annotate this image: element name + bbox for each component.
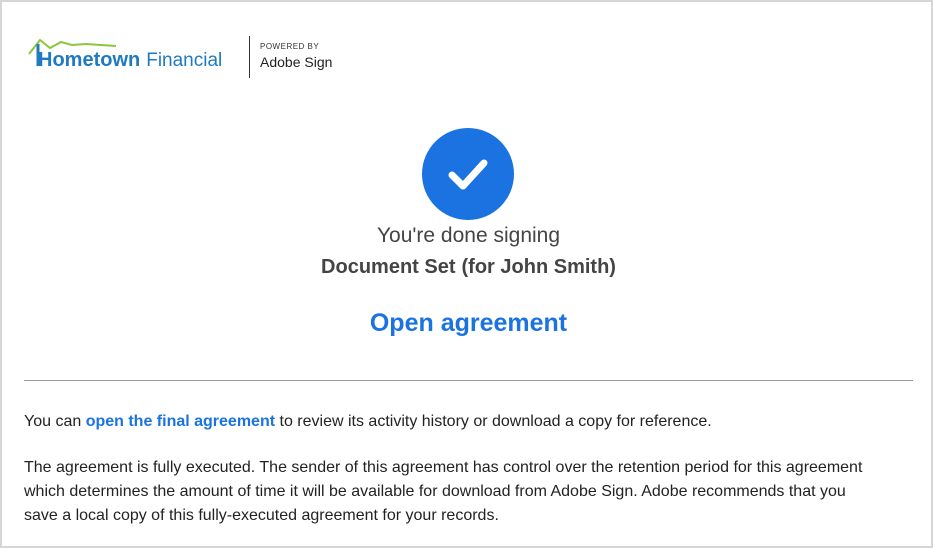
p1-prefix: You can [24, 413, 86, 430]
hometown-financial-logo: Hometown Financial [28, 36, 238, 76]
document-title: Document Set (for John Smith) [2, 256, 933, 279]
info-paragraph-2: The agreement is fully executed. The sen… [24, 459, 863, 524]
powered-by-label: POWERED BY [260, 42, 320, 51]
logo-wordmark: Hometown Financial [38, 49, 222, 72]
checkmark-circle-icon [422, 128, 514, 220]
done-signing-text: You're done signing [376, 224, 561, 247]
email-frame: Hometown Financial POWERED BY Adobe Sign … [0, 0, 933, 548]
adobe-sign-label: Adobe Sign [260, 54, 333, 70]
header: Hometown Financial POWERED BY Adobe Sign [28, 36, 332, 78]
document-name: Document Set [321, 256, 456, 278]
horizontal-divider [24, 380, 913, 381]
signer-name: (for John Smith) [461, 256, 616, 278]
open-agreement-link[interactable]: Open agreement [370, 309, 567, 337]
open-final-agreement-link[interactable]: open the final agreement [86, 413, 275, 430]
logo-hometown: Hometown [38, 49, 141, 71]
header-divider [249, 36, 250, 78]
checkmark-icon [448, 159, 488, 190]
info-paragraph-1: You can open the final agreement to revi… [24, 411, 904, 433]
logo-financial: Financial [146, 50, 223, 71]
p1-suffix: to review its activity history or downlo… [275, 413, 712, 430]
open-agreement-container: Open agreement [2, 309, 933, 338]
powered-by-adobe-sign: POWERED BY Adobe Sign [260, 42, 332, 70]
